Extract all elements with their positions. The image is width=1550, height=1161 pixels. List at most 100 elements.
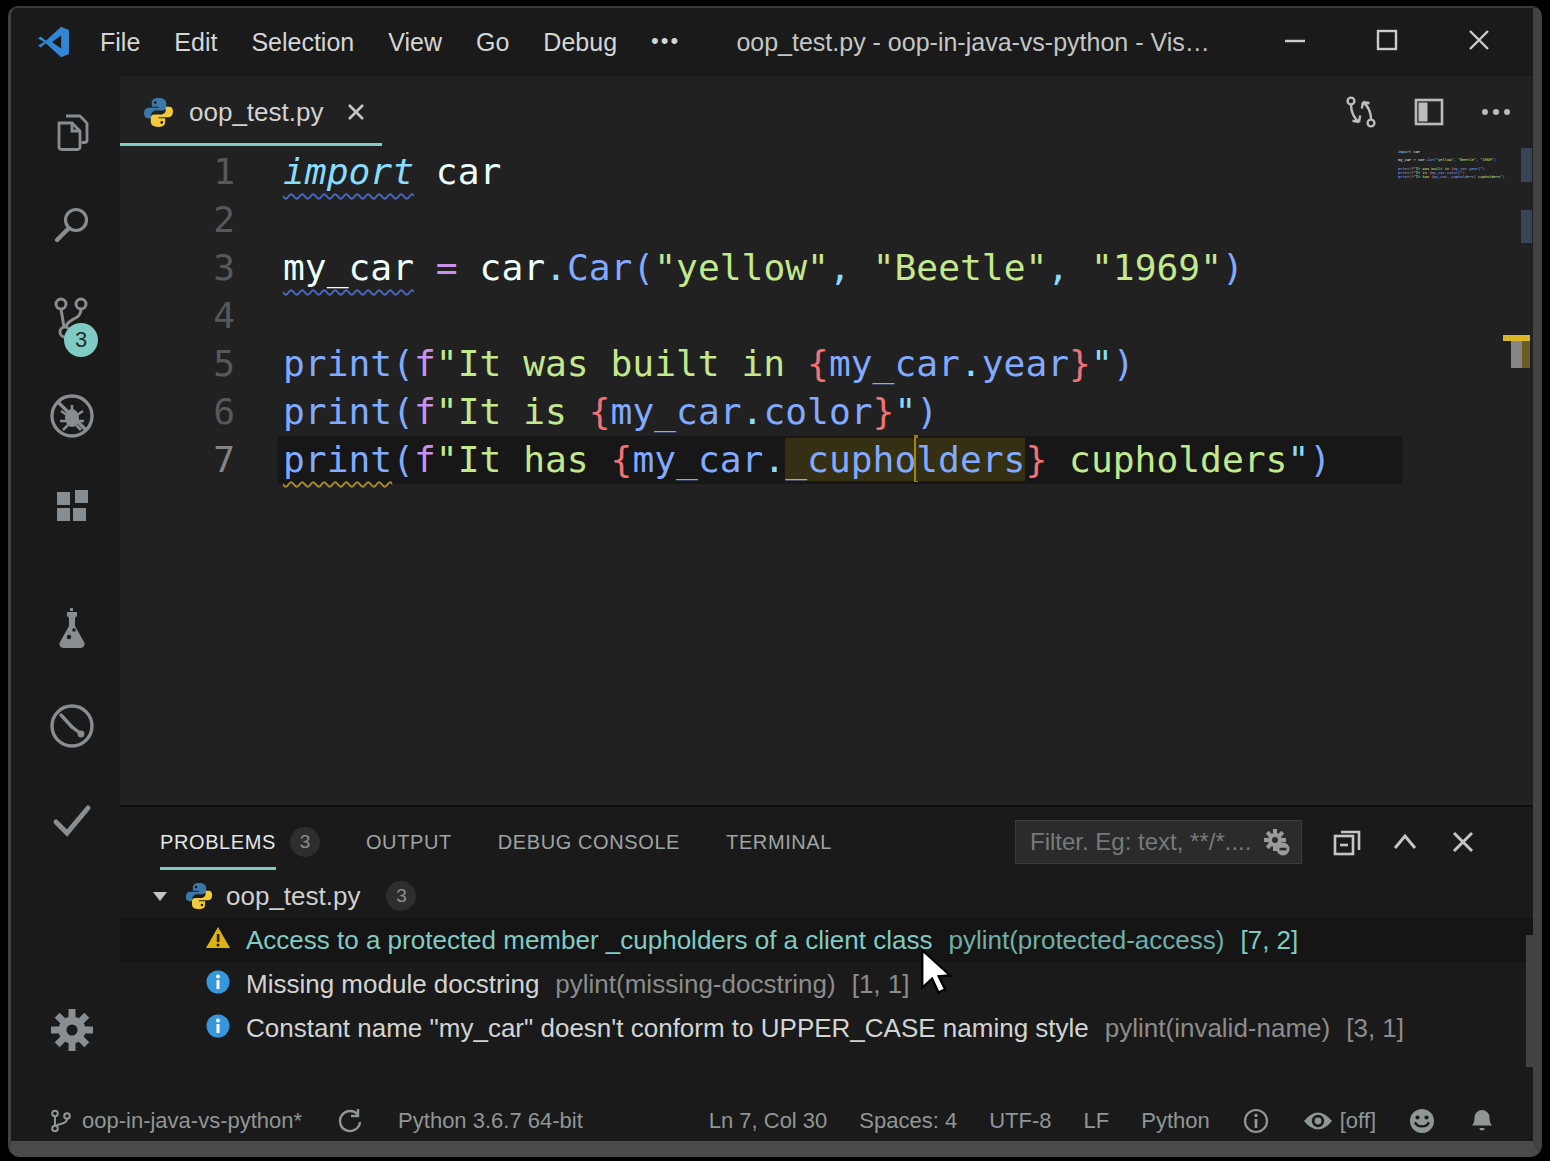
panel-tab-terminal[interactable]: TERMINAL <box>726 807 832 877</box>
overview-ruler <box>1511 148 1533 805</box>
status-branch[interactable]: oop-in-java-vs-python* <box>48 1108 302 1134</box>
code-editor[interactable]: 1234567 import carmy_car = car.Car("yell… <box>120 148 1533 805</box>
menu-bar: FileEditSelectionViewGoDebug••• <box>83 28 697 57</box>
code-token: color <box>763 390 872 433</box>
code-token: f <box>414 342 436 385</box>
scm-badge: 3 <box>64 323 98 357</box>
code-token: . <box>545 246 567 289</box>
panel-tab-output[interactable]: OUTPUT <box>366 807 452 877</box>
menu-overflow[interactable]: ••• <box>634 28 697 57</box>
status-screencast[interactable]: [off] <box>1302 1107 1376 1135</box>
check-icon[interactable] <box>47 796 97 846</box>
code-token: , <box>829 246 851 289</box>
problems-file-row[interactable]: oop_test.py 3 <box>120 874 1533 918</box>
collapse-all-icon[interactable] <box>1331 826 1363 858</box>
problems-filter-input[interactable]: Filter. Eg: text, **/*.... <box>1015 820 1302 864</box>
code-token: Car <box>567 246 633 289</box>
menu-go[interactable]: Go <box>459 28 526 57</box>
menu-edit[interactable]: Edit <box>157 28 234 57</box>
code-token: my_car <box>632 438 763 481</box>
problem-row-warning[interactable]: Access to a protected member _cupholders… <box>120 918 1533 962</box>
code-token: ( <box>392 438 414 481</box>
line-number-4: 4 <box>120 292 235 340</box>
code-line-2 <box>283 196 1533 244</box>
more-actions-icon[interactable] <box>1479 95 1513 129</box>
problem-row-info[interactable]: Missing module docstringpylint(missing-d… <box>120 962 1533 1006</box>
extensions-icon[interactable] <box>49 484 95 530</box>
menu-debug[interactable]: Debug <box>526 28 634 57</box>
close-panel-icon[interactable] <box>1447 826 1479 858</box>
editor-actions <box>1343 76 1513 148</box>
status-encoding[interactable]: UTF-8 <box>989 1108 1051 1134</box>
code-token: ) <box>916 390 938 433</box>
ruler-info-mark-1 <box>1521 148 1532 182</box>
filter-gear-icon[interactable] <box>1261 827 1291 857</box>
debug-disabled-icon[interactable] <box>47 391 97 441</box>
eye-icon <box>1302 1107 1334 1135</box>
bottom-panel: PROBLEMS3 OUTPUT DEBUG CONSOLE TERMINAL Fil… <box>120 805 1533 1101</box>
menu-selection[interactable]: Selection <box>234 28 371 57</box>
code-token: "yellow" <box>654 246 829 289</box>
code-token: " <box>894 390 916 433</box>
status-cursor-position[interactable]: Ln 7, Col 30 <box>709 1108 828 1134</box>
close-button[interactable] <box>1433 26 1525 58</box>
code-token: ( <box>392 390 414 433</box>
code-token: . <box>960 342 982 385</box>
maximize-button[interactable] <box>1341 27 1433 57</box>
title-bar: FileEditSelectionViewGoDebug••• oop_test… <box>11 8 1533 76</box>
code-token <box>851 246 873 289</box>
problems-file-badge: 3 <box>386 881 416 911</box>
status-eol[interactable]: LF <box>1084 1108 1110 1134</box>
status-info-icon[interactable] <box>1242 1107 1270 1135</box>
status-indentation[interactable]: Spaces: 4 <box>859 1108 957 1134</box>
panel-tab-label: TERMINAL <box>726 831 832 854</box>
maximize-panel-icon[interactable] <box>1389 826 1421 858</box>
bell-icon <box>1468 1107 1496 1135</box>
vscode-window: FileEditSelectionViewGoDebug••• oop_test… <box>8 6 1542 1157</box>
line-number-6: 6 <box>120 388 235 436</box>
tab-close-icon[interactable] <box>345 101 367 123</box>
window-controls <box>1249 26 1525 58</box>
status-language[interactable]: Python <box>1141 1108 1210 1134</box>
status-sync[interactable] <box>336 1107 364 1135</box>
line-numbers: 1234567 <box>120 148 235 484</box>
minimize-button[interactable] <box>1249 27 1341 57</box>
code-token: } <box>873 390 895 433</box>
code-token: ) <box>1309 438 1331 481</box>
panel-scrollbar[interactable] <box>1526 935 1533 1067</box>
status-bar: oop-in-java-vs-python* Python 3.6.7 64-b… <box>11 1101 1533 1141</box>
panel-actions <box>1331 807 1533 877</box>
python-file-icon <box>184 881 214 911</box>
explorer-icon[interactable] <box>49 109 95 155</box>
code-token: _cupho <box>785 438 916 481</box>
panel-tab-label: OUTPUT <box>366 831 452 854</box>
status-feedback[interactable] <box>1408 1107 1436 1135</box>
code-token <box>1069 246 1091 289</box>
open-changes-icon[interactable] <box>1343 94 1379 130</box>
split-editor-icon[interactable] <box>1413 96 1445 128</box>
code-token: print <box>283 390 392 433</box>
test-flask-icon[interactable] <box>48 606 96 654</box>
menu-file[interactable]: File <box>83 28 157 57</box>
menu-view[interactable]: View <box>371 28 459 57</box>
code-token: f <box>414 438 436 481</box>
problem-position: [1, 1] <box>852 969 910 1000</box>
panel-tab-debug-console[interactable]: DEBUG CONSOLE <box>498 807 680 877</box>
status-notifications[interactable] <box>1468 1107 1496 1135</box>
code-time-icon[interactable] <box>47 701 97 751</box>
problem-row-info[interactable]: Constant name "my_car" doesn't conform t… <box>120 1006 1533 1050</box>
expand-twisty-icon <box>150 886 170 906</box>
code-line-4 <box>283 292 1533 340</box>
panel-tab-problems[interactable]: PROBLEMS3 <box>160 807 320 877</box>
code-token: ( <box>392 342 414 385</box>
minimap[interactable]: import carmy_car = car.Car("yellow", "Be… <box>1398 150 1520 179</box>
code-token: "Beetle" <box>873 246 1048 289</box>
status-interpreter[interactable]: Python 3.6.7 64-bit <box>398 1108 583 1134</box>
settings-gear-icon[interactable] <box>48 1006 96 1054</box>
code-line-6: print(f"It is {my_car.color}") <box>283 388 1533 436</box>
tab-oop-test-py[interactable]: oop_test.py <box>120 76 382 148</box>
code-token: } <box>1069 342 1091 385</box>
code-token: } <box>1025 438 1047 481</box>
info-icon <box>204 1012 232 1044</box>
search-icon[interactable] <box>48 201 96 249</box>
